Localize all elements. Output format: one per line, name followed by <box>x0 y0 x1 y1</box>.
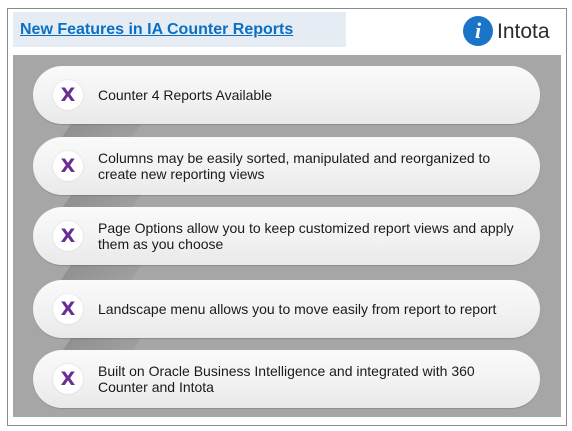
x-icon: X <box>53 151 83 181</box>
feature-text: Built on Oracle Business Intelligence an… <box>98 363 475 395</box>
x-mark: X <box>60 368 76 390</box>
x-mark: X <box>60 84 76 106</box>
x-icon: X <box>53 294 83 324</box>
feature-item[interactable]: X Counter 4 Reports Available <box>33 66 540 124</box>
logo-letter: i <box>474 18 482 43</box>
slide-title-link[interactable]: New Features in IA Counter Reports <box>20 21 293 39</box>
x-icon: X <box>53 364 83 394</box>
x-mark: X <box>60 155 76 177</box>
feature-item[interactable]: X Built on Oracle Business Intelligence … <box>33 350 540 408</box>
feature-text: Page Options allow you to keep customize… <box>98 220 514 252</box>
x-icon: X <box>53 221 83 251</box>
x-mark: X <box>60 225 76 247</box>
feature-text: Columns may be easily sorted, manipulate… <box>98 150 491 182</box>
x-icon: X <box>53 80 83 110</box>
slide: New Features in IA Counter Reports i Int… <box>0 0 572 431</box>
feature-item[interactable]: X Page Options allow you to keep customi… <box>33 207 540 265</box>
feature-text: Counter 4 Reports Available <box>98 87 273 103</box>
x-mark: X <box>60 298 76 320</box>
logo-text: Intota <box>497 20 550 43</box>
feature-item[interactable]: X Landscape menu allows you to move easi… <box>33 280 540 338</box>
feature-text: Landscape menu allows you to move easily… <box>98 301 497 317</box>
intota-logo: i Intota <box>463 14 568 48</box>
feature-item[interactable]: X Columns may be easily sorted, manipula… <box>33 137 540 195</box>
